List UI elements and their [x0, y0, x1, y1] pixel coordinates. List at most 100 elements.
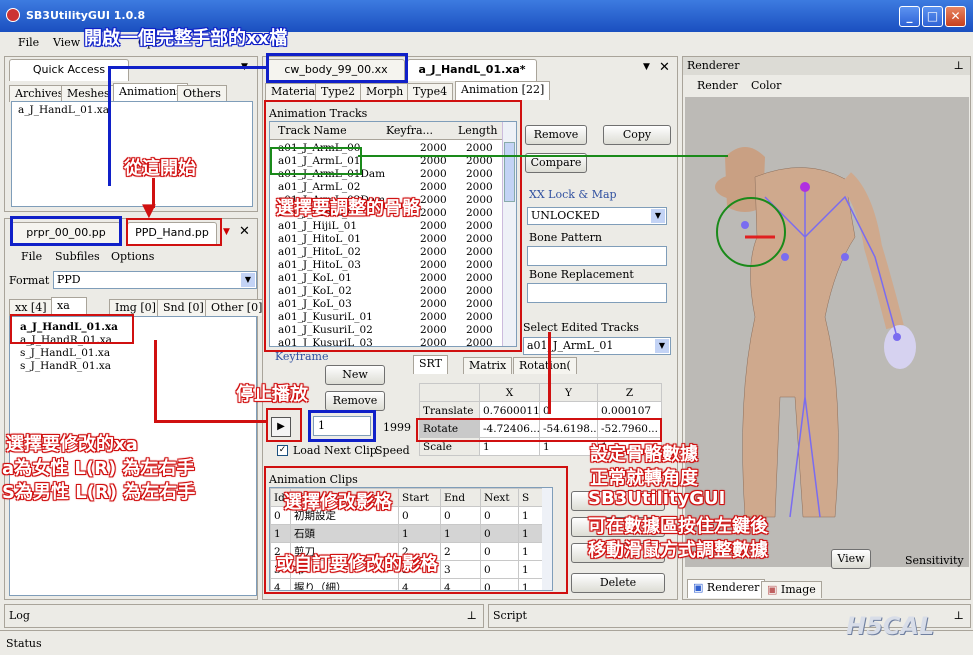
pp-menu-options[interactable]: Options — [111, 250, 154, 263]
tab-renderer[interactable]: ▣ Renderer — [687, 579, 766, 598]
render-viewport[interactable] — [685, 97, 969, 567]
renderer-menu-render[interactable]: Render — [697, 79, 738, 92]
tab-a-j-handl-xa[interactable]: a_J_HandL_01.xa* — [407, 59, 537, 81]
edited-tracks-select[interactable]: a01_J_ArmL_01 ▼ — [523, 337, 671, 355]
bone-replacement-label: Bone Replacement — [529, 268, 634, 281]
renderer-menu-color[interactable]: Color — [751, 79, 781, 92]
delete-clip-button[interactable]: Delete — [571, 573, 665, 593]
log-panel: Log ⊥ — [4, 604, 484, 628]
editor-subtabs: Material Type2 Morph Type4 Animation [22… — [265, 81, 677, 100]
tab-others[interactable]: Others — [177, 85, 227, 102]
srt-cell[interactable]: 0.7600011 — [479, 401, 540, 420]
format-label: Format — [9, 274, 50, 287]
bone-pattern-input[interactable] — [527, 246, 667, 266]
lock-select[interactable]: UNLOCKED ▼ — [527, 207, 667, 225]
renderer-tab-label: Renderer — [706, 581, 760, 594]
tab-animation[interactable]: Animation [22] — [455, 81, 551, 100]
srt-col-header: X — [479, 383, 540, 402]
annotation-bone-1: 設定骨骼數據 — [590, 444, 698, 465]
close-icon[interactable]: ✕ — [239, 224, 250, 239]
renderer-title-text: Renderer — [687, 59, 740, 72]
log-title: Log — [9, 609, 30, 622]
annotation-bone-3: SB3UtilityGUI — [588, 488, 726, 509]
annotation-select-frame: 選擇修改影格 — [284, 492, 392, 513]
annotation-select-bone: 選擇要調整的骨骼 — [276, 198, 420, 219]
remove-track-button[interactable]: Remove — [525, 125, 587, 145]
pp-subtabs: xx [4] xa Img [0] Snd [0] Other [0] — [9, 297, 269, 316]
lock-map-title: XX Lock & Map — [529, 188, 617, 201]
close-button[interactable]: ✕ — [945, 6, 966, 27]
minimize-button[interactable]: _ — [899, 6, 920, 27]
tab-other[interactable]: Other [0] — [205, 299, 269, 316]
pin-icon[interactable]: ⊥ — [954, 609, 964, 622]
new-keyframe-button[interactable]: New — [325, 365, 385, 385]
chevron-down-icon[interactable]: ▼ — [223, 227, 230, 237]
close-icon[interactable]: ✕ — [659, 60, 670, 75]
view-button[interactable]: View — [831, 549, 871, 569]
callout-line-green — [358, 155, 728, 157]
tab-type2[interactable]: Type2 — [315, 83, 362, 100]
tab-type4[interactable]: Type4 — [407, 83, 454, 100]
image-tab-label: Image — [780, 583, 816, 596]
copy-track-button[interactable]: Copy — [603, 125, 671, 145]
srt-cell[interactable]: 0.000107 — [597, 401, 662, 420]
bone-replacement-input[interactable] — [527, 283, 667, 303]
tab-srt[interactable]: SRT — [413, 355, 448, 374]
frame-end-label: 1999 — [383, 421, 411, 434]
annotation-bone-5: 移動滑鼠方式調整數據 — [588, 540, 768, 561]
script-title: Script — [493, 609, 527, 622]
srt-col-header: Z — [597, 383, 662, 402]
chevron-down-icon[interactable]: ▼ — [643, 62, 650, 72]
select-edited-label: Select Edited Tracks — [523, 321, 639, 334]
chevron-down-icon: ▼ — [651, 209, 665, 223]
tab-morph[interactable]: Morph — [360, 83, 410, 100]
callout-line-xa-h — [154, 420, 266, 423]
pp-menu-file[interactable]: File — [21, 250, 42, 263]
annotation-female: a為女性 L(R) 為左右手 — [2, 458, 195, 479]
callout-box-bone — [270, 147, 362, 175]
chevron-down-icon: ▼ — [655, 339, 669, 353]
callout-box-pp — [10, 216, 122, 246]
annotation-bone-4: 可在數據區按住左鍵後 — [588, 516, 768, 537]
annotation-bone-2: 正常就轉角度 — [590, 468, 698, 489]
renderer-title: Renderer ⊥ — [683, 57, 970, 75]
annotation-start: 從這開始 — [124, 158, 196, 179]
remove-keyframe-button[interactable]: Remove — [325, 391, 385, 411]
list-item[interactable]: s_J_HandL_01.xa — [20, 347, 246, 360]
edited-tracks-value: a01_J_ArmL_01 — [527, 339, 614, 352]
callout-box-xa — [10, 314, 134, 344]
tab-rotation[interactable]: Rotation( — [513, 357, 577, 374]
pp-panel: prpr_00_00.pp PPD_Hand.pp ▼ ✕ File Subfi… — [4, 218, 269, 600]
callout-box-frame — [308, 410, 376, 442]
chevron-down-icon: ▼ — [241, 273, 255, 287]
menu-view[interactable]: View — [53, 36, 80, 49]
speed-label: Speed — [375, 444, 410, 457]
pin-icon[interactable]: ⊥ — [467, 609, 477, 622]
callout-box-xx — [266, 53, 408, 83]
lock-value: UNLOCKED — [531, 209, 600, 222]
callout-box-play — [266, 408, 302, 442]
arrow-down-icon: ▼ — [142, 200, 156, 221]
load-next-checkbox[interactable]: ✓ — [277, 445, 288, 456]
format-select[interactable]: PPD ▼ — [53, 271, 257, 289]
sensitivity-label: Sensitivity — [905, 554, 964, 567]
callout-line-blue-h — [108, 66, 266, 69]
annotation-open-xx: 開啟一個完整手部的xx檔 — [84, 28, 288, 49]
renderer-tabs: ▣ Renderer ▣ Image — [685, 579, 969, 599]
srt-row[interactable]: Translate 0.7600011 0 0.000107 — [419, 401, 662, 420]
maximize-button[interactable]: □ — [922, 6, 943, 27]
list-item[interactable]: a_J_HandL_01.xa — [18, 104, 246, 117]
menu-file[interactable]: File — [18, 36, 39, 49]
list-item[interactable]: s_J_HandR_01.xa — [20, 360, 246, 373]
callout-box-tracks — [264, 100, 522, 352]
bone-pattern-label: Bone Pattern — [529, 231, 602, 244]
pin-icon[interactable]: ⊥ — [954, 57, 964, 75]
tab-matrix[interactable]: Matrix — [463, 357, 513, 374]
image-tab-icon: ▣ — [767, 583, 778, 596]
tab-image[interactable]: ▣ Image — [761, 581, 822, 598]
character-model — [715, 147, 916, 518]
status-text: Status — [6, 637, 42, 650]
pp-menu-subfiles[interactable]: Subfiles — [55, 250, 100, 263]
callout-box-ppd — [126, 218, 222, 246]
tab-snd[interactable]: Snd [0] — [157, 299, 210, 316]
